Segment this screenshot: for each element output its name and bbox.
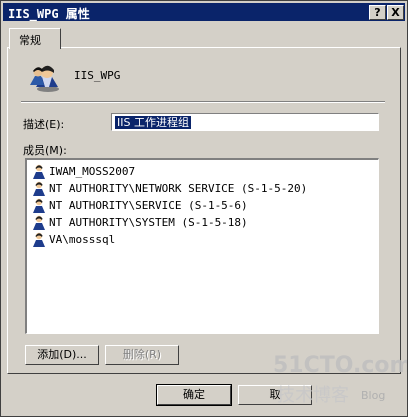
cancel-button[interactable]: 取	[238, 385, 312, 405]
title-bar[interactable]: IIS_WPG 属性 ? X	[3, 3, 405, 21]
user-icon	[33, 164, 45, 179]
separator	[21, 101, 385, 103]
members-list[interactable]: IWAM_MOSS2007 NT AUTHORITY\NETWORK SERVI…	[25, 158, 379, 334]
tab-general-label: 常规	[19, 34, 41, 47]
member-name: IWAM_MOSS2007	[49, 165, 136, 178]
tab-general[interactable]: 常规	[9, 28, 61, 49]
close-icon[interactable]: X	[387, 5, 404, 20]
member-name: NT AUTHORITY\SERVICE (S-1-5-6)	[49, 199, 248, 212]
user-icon	[33, 215, 45, 230]
description-value: IIS 工作进程组	[115, 116, 191, 129]
user-icon	[33, 198, 45, 213]
user-icon	[33, 181, 45, 196]
members-label: 成员(M):	[23, 144, 67, 157]
user-icon	[33, 232, 45, 247]
remove-button[interactable]: 删除(R)	[105, 345, 179, 365]
properties-window: IIS_WPG 属性 ? X 常规 IIS_WPG 描述(E): IIS 工作进…	[0, 0, 408, 417]
help-icon[interactable]: ?	[369, 5, 386, 20]
window-title: IIS_WPG 属性	[8, 7, 90, 21]
member-name: VA\mosssql	[49, 233, 116, 246]
watermark-blog: Blog	[361, 389, 386, 402]
member-name: NT AUTHORITY\NETWORK SERVICE (S-1-5-20)	[49, 182, 308, 195]
ok-button[interactable]: 确定	[156, 384, 232, 406]
group-icon	[30, 65, 59, 92]
member-name: NT AUTHORITY\SYSTEM (S-1-5-18)	[49, 216, 248, 229]
add-button[interactable]: 添加(D)...	[25, 345, 99, 365]
description-label: 描述(E):	[23, 118, 65, 131]
group-name: IIS_WPG	[74, 69, 121, 82]
description-input[interactable]: IIS 工作进程组	[111, 113, 379, 131]
